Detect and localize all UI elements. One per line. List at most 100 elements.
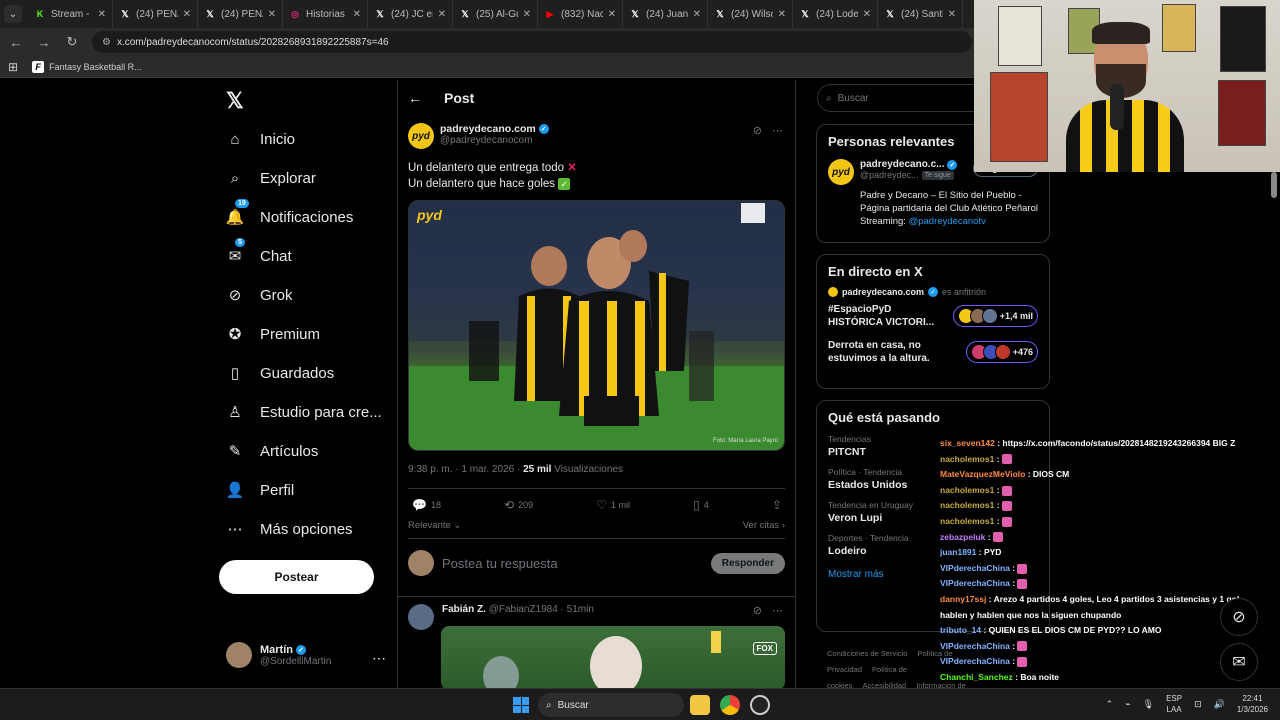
close-tab-icon[interactable]: ✕	[863, 9, 871, 20]
reply-button[interactable]: Responder	[710, 552, 785, 574]
close-tab-icon[interactable]: ✕	[353, 9, 361, 20]
nav-item-bell[interactable]: 🔔 19 Notificaciones	[226, 199, 353, 226]
browser-tab[interactable]: 𝕏 (24) Juan ✕	[623, 0, 708, 28]
grok-floating-button[interactable]: ⊘	[1220, 598, 1258, 636]
footer-link[interactable]: Accesibilidad	[862, 681, 906, 688]
nav-item-search[interactable]: ⌕ Explorar	[226, 169, 316, 187]
obs-icon[interactable]	[750, 695, 770, 715]
close-tab-icon[interactable]: ✕	[693, 9, 701, 20]
bio-link[interactable]: @padreydecanotv	[909, 216, 986, 227]
share-action[interactable]: ⇪	[772, 498, 782, 512]
chat-username[interactable]: VIPderechaChina	[940, 641, 1010, 651]
reply-image[interactable]: FOX	[441, 626, 785, 688]
browser-tab[interactable]: 𝕏 (24) Santi ✕	[878, 0, 963, 28]
back-icon[interactable]: ←	[8, 35, 24, 50]
bookmark-fantasy[interactable]: F Fantasy Basketball R...	[32, 60, 142, 73]
close-tab-icon[interactable]: ✕	[608, 9, 616, 20]
avatar[interactable]: pyd	[828, 159, 854, 185]
chat-username[interactable]: VIPderechaChina	[940, 578, 1010, 588]
close-tab-icon[interactable]: ✕	[438, 9, 446, 20]
nav-item-studio[interactable]: ♙ Estudio para cre...	[226, 403, 381, 422]
sort-dropdown[interactable]: Relevante ⌄	[408, 520, 461, 531]
chat-username[interactable]: tributo_14	[940, 625, 981, 635]
chrome-icon[interactable]	[720, 695, 740, 715]
like-action[interactable]: ♡ 1 mil	[596, 498, 630, 512]
url-field[interactable]: ⚙ x.com/padreydecanocom/status/202826893…	[92, 31, 972, 53]
browser-tab[interactable]: ▶ (832) Naci ✕	[538, 0, 623, 28]
browser-tab[interactable]: 𝕏 (24) Wilso ✕	[708, 0, 793, 28]
tweet-time[interactable]: 9:38 p. m. · 1 mar. 2026 ·	[408, 464, 523, 475]
footer-link[interactable]: Condiciones de Servicio	[827, 649, 907, 658]
tweet-author[interactable]: pyd padreydecano.com ✓ @padreydecanocom	[408, 123, 549, 149]
network-icon[interactable]: ⌁	[1125, 699, 1130, 710]
nav-item-articles[interactable]: ✎ Artículos	[226, 442, 319, 461]
nav-item-more[interactable]: ⋯ Más opciones	[226, 520, 353, 539]
nav-item-home[interactable]: ⌂ Inicio	[226, 130, 295, 148]
browser-tab[interactable]: 𝕏 (25) Al-Gu ✕	[453, 0, 538, 28]
chat-username[interactable]: nacholemos1	[940, 454, 994, 464]
close-tab-icon[interactable]: ✕	[98, 9, 106, 20]
chat-username[interactable]: nacholemos1	[940, 516, 994, 526]
live-item[interactable]: #EspacioPyD HISTÓRICA VICTORI... +1,4 mi…	[817, 297, 1049, 329]
nav-item-grok[interactable]: ⊘ Grok	[226, 286, 293, 305]
nav-item-profile[interactable]: 👤 Perfil	[226, 481, 295, 500]
post-button[interactable]: Postear	[219, 560, 374, 594]
rel-name[interactable]: padreydecano.c...	[860, 159, 944, 170]
site-info-icon[interactable]: ⚙	[102, 37, 111, 48]
wifi-icon[interactable]: ⊡	[1194, 699, 1202, 710]
browser-tab[interactable]: 𝕏 (24) Lode ✕	[793, 0, 878, 28]
tab-search-icon[interactable]: ⌄	[4, 5, 22, 23]
volume-icon[interactable]: 🔊	[1214, 699, 1225, 710]
grok-icon[interactable]: ⊘	[753, 604, 762, 617]
browser-tab[interactable]: K Stream - ✕	[28, 0, 113, 28]
windows-start-icon[interactable]	[513, 697, 529, 713]
browser-tab[interactable]: 𝕏 (24) JC en ✕	[368, 0, 453, 28]
author-avatar[interactable]: pyd	[408, 123, 434, 149]
apps-icon[interactable]: ⊞	[8, 60, 18, 74]
chat-username[interactable]: VIPderechaChina	[940, 656, 1010, 666]
language-indicator[interactable]: ESP LAA	[1166, 693, 1182, 715]
taskbar-search[interactable]: ⌕ Buscar	[538, 693, 684, 717]
account-more-icon[interactable]: ⋯	[372, 650, 386, 667]
more-icon[interactable]: ⋯	[772, 604, 783, 617]
chat-username[interactable]: MateVazquezMeViolo	[940, 469, 1025, 479]
avatar[interactable]	[408, 604, 434, 630]
chat-username[interactable]: juan1891	[940, 547, 976, 557]
tweet-image[interactable]: pyd Foto: María Laura Payrú	[408, 200, 785, 451]
nav-item-premium[interactable]: ✪ Premium	[226, 325, 320, 344]
browser-tab[interactable]: 𝕏 (24) PEÑA ✕	[198, 0, 283, 28]
host-name[interactable]: padreydecano.com	[842, 287, 924, 297]
close-tab-icon[interactable]: ✕	[268, 9, 276, 20]
clock[interactable]: 22:41 1/3/2026	[1237, 693, 1268, 715]
back-arrow-icon[interactable]: ←	[408, 90, 422, 106]
close-tab-icon[interactable]: ✕	[778, 9, 786, 20]
author-name[interactable]: padreydecano.com	[440, 123, 536, 135]
chat-username[interactable]: VIPderechaChina	[940, 563, 1010, 573]
nav-item-mail[interactable]: ✉ 5 Chat	[226, 238, 292, 265]
nav-item-bookmark[interactable]: ▯ Guardados	[226, 364, 334, 383]
forward-icon[interactable]: →	[36, 35, 52, 50]
bookmark-action[interactable]: ▯ 4	[693, 498, 709, 512]
chat-username[interactable]: Chanchi_Sanchez	[940, 672, 1013, 682]
more-icon[interactable]: ⋯	[772, 124, 783, 137]
messages-floating-button[interactable]: ✉	[1220, 643, 1258, 681]
mic-icon[interactable]: 🎙	[1143, 699, 1154, 710]
close-tab-icon[interactable]: ✕	[183, 9, 191, 20]
scrollbar[interactable]	[1271, 172, 1277, 198]
chat-username[interactable]: danny17ssj	[940, 594, 986, 604]
live-item[interactable]: Derrota en casa, no estuvimos a la altur…	[817, 329, 1049, 365]
reload-icon[interactable]: ↻	[64, 34, 80, 50]
file-explorer-icon[interactable]	[690, 695, 710, 715]
grok-icon[interactable]: ⊘	[753, 124, 762, 137]
chat-username[interactable]: nacholemos1	[940, 485, 994, 495]
x-logo-icon[interactable]: 𝕏	[226, 88, 244, 114]
browser-tab[interactable]: 𝕏 (24) PEÑA ✕	[113, 0, 198, 28]
chat-username[interactable]: zebazpeluk	[940, 532, 985, 542]
reply-input[interactable]: Postea tu respuesta	[442, 556, 703, 571]
quotes-link[interactable]: Ver citas ›	[743, 520, 785, 531]
reply-author[interactable]: Fabián Z.	[442, 604, 486, 615]
chat-username[interactable]: nacholemos1	[940, 500, 994, 510]
chevron-up-icon[interactable]: ⌃	[1106, 699, 1114, 710]
close-tab-icon[interactable]: ✕	[523, 9, 531, 20]
browser-tab[interactable]: ◎ Historias - ✕	[283, 0, 368, 28]
